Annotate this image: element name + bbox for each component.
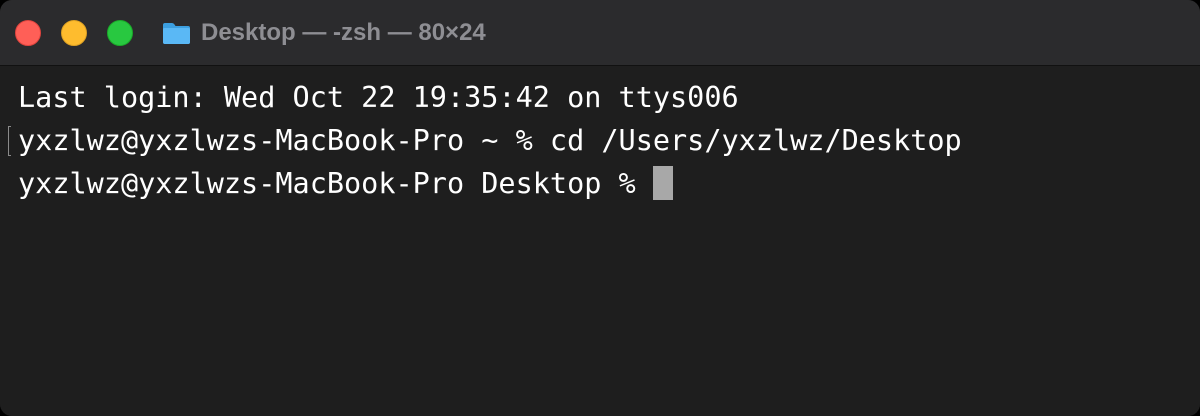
zoom-button[interactable]	[107, 20, 133, 46]
terminal-window: Desktop — -zsh — 80×24 Last login: Wed O…	[0, 0, 1200, 416]
terminal-output-area[interactable]: Last login: Wed Oct 22 19:35:42 on ttys0…	[0, 66, 1200, 416]
text-cursor	[652, 166, 673, 200]
title-bar[interactable]: Desktop — -zsh — 80×24	[0, 0, 1200, 66]
window-title: Desktop — -zsh — 80×24	[201, 19, 486, 46]
terminal-line-command: yxzlwz@yxzlwzs-MacBook-Pro ~ % cd /Users…	[18, 124, 962, 157]
folder-icon	[163, 23, 190, 44]
window-title-area: Desktop — -zsh — 80×24	[162, 18, 486, 48]
minimize-button[interactable]	[61, 20, 87, 46]
prompt-text: yxzlwz@yxzlwzs-MacBook-Pro Desktop %	[18, 167, 653, 200]
terminal-line-last-login: Last login: Wed Oct 22 19:35:42 on ttys0…	[18, 81, 739, 114]
close-button[interactable]	[15, 20, 41, 46]
terminal-line-prompt[interactable]: yxzlwz@yxzlwzs-MacBook-Pro Desktop %	[18, 166, 673, 202]
command-mark	[8, 126, 11, 156]
